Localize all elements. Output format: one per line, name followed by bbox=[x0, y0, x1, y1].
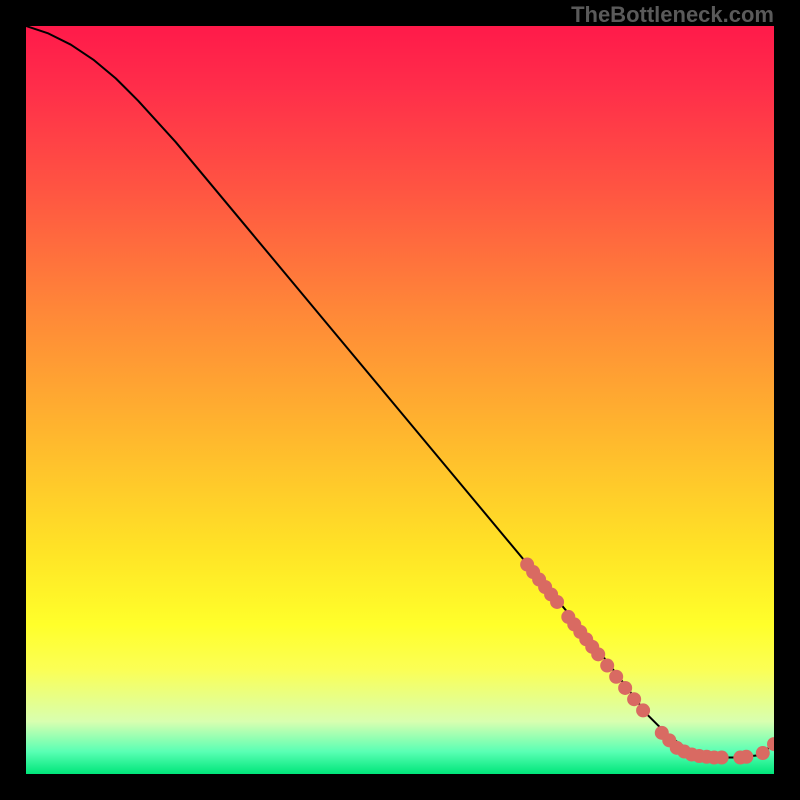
scatter-dot bbox=[609, 670, 623, 684]
watermark-text: TheBottleneck.com bbox=[571, 2, 774, 28]
scatter-dot bbox=[627, 692, 641, 706]
scatter-dot bbox=[591, 647, 605, 661]
scatter-dot bbox=[715, 751, 729, 765]
scatter-dot bbox=[600, 659, 614, 673]
scatter-dot bbox=[739, 750, 753, 764]
scatter-dot bbox=[618, 681, 632, 695]
chart-plot-area bbox=[26, 26, 774, 774]
scatter-dot bbox=[636, 703, 650, 717]
scatter-dot bbox=[550, 595, 564, 609]
scatter-dot bbox=[756, 746, 770, 760]
chart-curve bbox=[26, 26, 774, 758]
chart-overlay-svg bbox=[26, 26, 774, 774]
chart-scatter-dots bbox=[520, 558, 774, 765]
